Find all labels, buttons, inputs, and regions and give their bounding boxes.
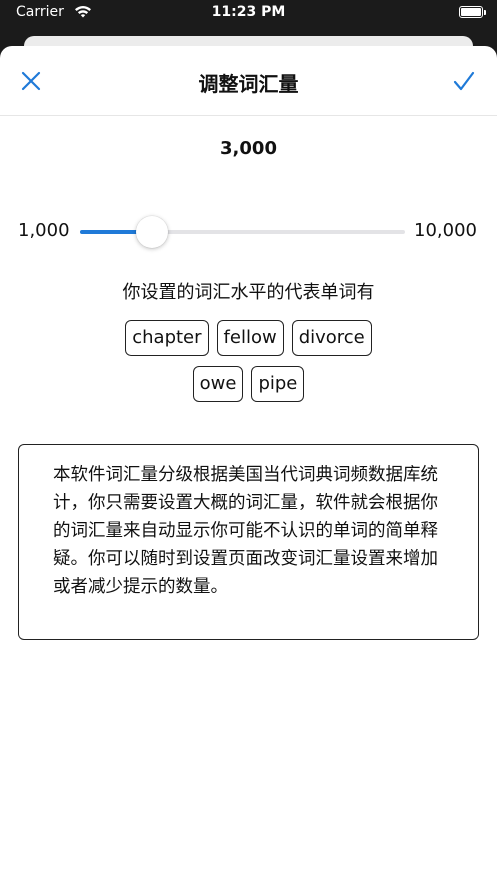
slider-track[interactable] (80, 230, 405, 234)
word-chip[interactable]: chapter (125, 320, 209, 356)
vocab-value: 3,000 (220, 138, 277, 159)
battery-icon (459, 6, 486, 18)
slider-max-label: 10,000 (414, 220, 477, 241)
screen: Carrier 11:23 PM 调整词汇量 3,000 1,000 10,00… (0, 0, 497, 883)
slider-min-label: 1,000 (18, 220, 70, 241)
page-title: 调整词汇量 (198, 72, 299, 96)
word-chip[interactable]: divorce (291, 320, 372, 356)
slider-thumb[interactable] (136, 216, 169, 248)
checkmark-icon[interactable] (453, 70, 475, 92)
word-chips: chapter fellow divorce owe pipe (0, 320, 497, 412)
word-chip[interactable]: fellow (216, 320, 284, 356)
word-chip-row: chapter fellow divorce (0, 320, 497, 356)
vocab-slider-row: 1,000 10,000 (0, 216, 497, 248)
vocab-sheet: 调整词汇量 3,000 1,000 10,000 你设置的词汇水平的代表单词有 … (0, 46, 497, 883)
word-chip-row: owe pipe (0, 366, 497, 402)
nav-bar: 调整词汇量 (0, 46, 497, 116)
info-text: 本软件词汇量分级根据美国当代词典词频数据库统计，你只需要设置大概的词汇量，软件就… (53, 465, 438, 597)
representative-words-caption: 你设置的词汇水平的代表单词有 (122, 282, 375, 303)
word-chip[interactable]: owe (192, 366, 244, 402)
word-chip[interactable]: pipe (251, 366, 305, 402)
info-text-box: 本软件词汇量分级根据美国当代词典词频数据库统计，你只需要设置大概的词汇量，软件就… (18, 444, 479, 640)
status-time: 11:23 PM (211, 4, 286, 20)
status-bar: Carrier 11:23 PM (0, 0, 497, 26)
